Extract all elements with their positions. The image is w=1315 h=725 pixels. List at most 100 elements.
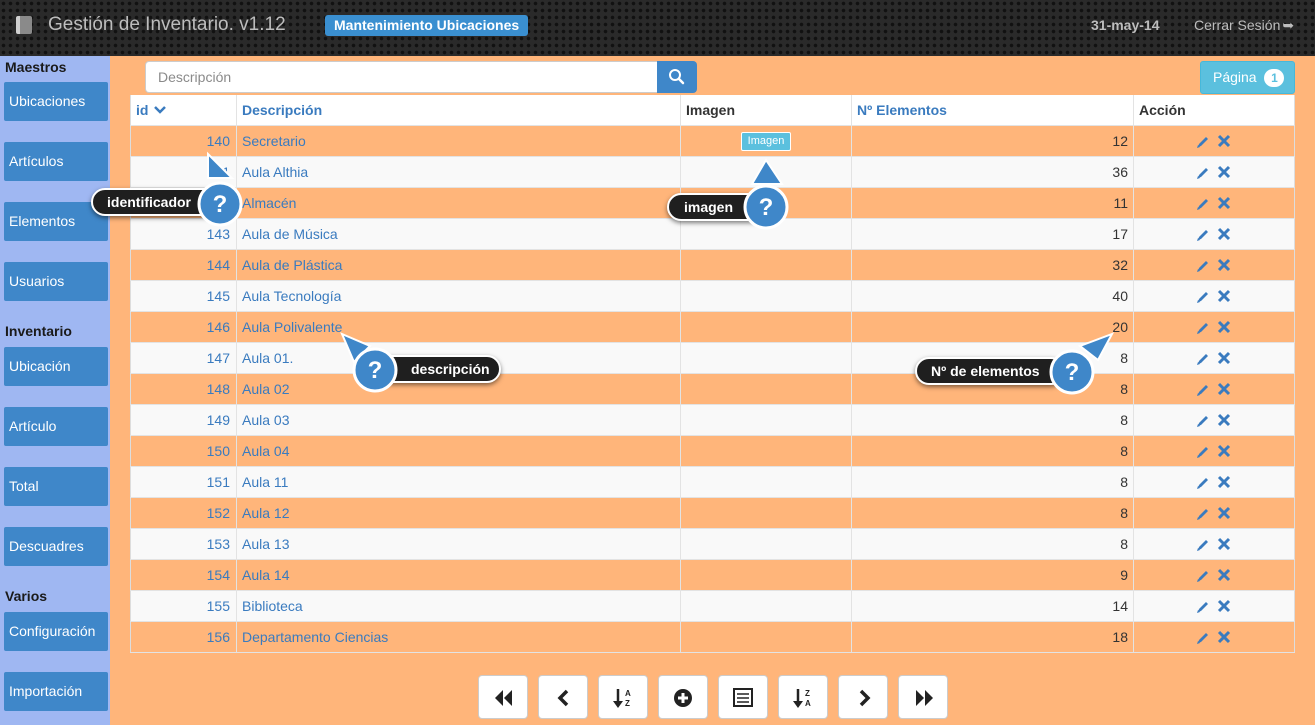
sidebar-item-importacion[interactable]: Importación — [4, 672, 108, 711]
row-id[interactable]: 150 — [130, 436, 236, 467]
sidebar-item-configuracion[interactable]: Configuración — [4, 612, 108, 651]
row-id[interactable]: 154 — [130, 560, 236, 591]
row-id[interactable]: 151 — [130, 467, 236, 498]
edit-icon[interactable] — [1195, 196, 1211, 212]
row-description[interactable]: Aula 11 — [236, 467, 680, 498]
next-page-button[interactable] — [838, 675, 888, 719]
edit-icon[interactable] — [1195, 289, 1211, 305]
first-page-button[interactable] — [478, 675, 528, 719]
row-description[interactable]: Aula Polivalente — [236, 312, 680, 343]
edit-icon[interactable] — [1195, 258, 1211, 274]
search-button[interactable] — [657, 61, 697, 93]
edit-icon[interactable] — [1195, 134, 1211, 150]
delete-icon[interactable] — [1217, 537, 1231, 551]
delete-icon[interactable] — [1217, 413, 1231, 427]
sidebar-item-total[interactable]: Total — [4, 467, 108, 506]
row-id[interactable]: 145 — [130, 281, 236, 312]
delete-icon[interactable] — [1217, 351, 1231, 365]
delete-icon[interactable] — [1217, 289, 1231, 303]
sidebar-item-articulos[interactable]: Artículos — [4, 142, 108, 181]
row-actions — [1133, 591, 1295, 622]
edit-icon[interactable] — [1195, 537, 1211, 553]
edit-icon[interactable] — [1195, 568, 1211, 584]
row-id[interactable]: 147 — [130, 343, 236, 374]
row-element-count: 36 — [851, 157, 1133, 188]
edit-icon[interactable] — [1195, 320, 1211, 336]
add-button[interactable] — [658, 675, 708, 719]
row-description[interactable]: Biblioteca — [236, 591, 680, 622]
table-row: 147 Aula 01. 8 — [130, 343, 1295, 374]
table-row: 152 Aula 12 8 — [130, 498, 1295, 529]
edit-icon[interactable] — [1195, 413, 1211, 429]
sidebar-item-articulo[interactable]: Artículo — [4, 407, 108, 446]
sort-ascending-button[interactable]: AZ — [598, 675, 648, 719]
table-row: 140 Secretario Imagen 12 — [130, 126, 1295, 157]
row-description[interactable]: Almacén — [236, 188, 680, 219]
row-description[interactable]: Aula 13 — [236, 529, 680, 560]
edit-icon[interactable] — [1195, 351, 1211, 367]
row-description[interactable]: Aula Althia — [236, 157, 680, 188]
sidebar-item-ubicaciones[interactable]: Ubicaciones — [4, 82, 108, 121]
row-id[interactable]: 156 — [130, 622, 236, 653]
row-description[interactable]: Aula 12 — [236, 498, 680, 529]
delete-icon[interactable] — [1217, 444, 1231, 458]
sidebar-item-usuarios[interactable]: Usuarios — [4, 262, 108, 301]
column-header-elementos[interactable]: Nº Elementos — [851, 95, 1133, 126]
delete-icon[interactable] — [1217, 630, 1231, 644]
edit-icon[interactable] — [1195, 599, 1211, 615]
last-page-button[interactable] — [898, 675, 948, 719]
delete-icon[interactable] — [1217, 475, 1231, 489]
sidebar-item-descuadres[interactable]: Descuadres — [4, 527, 108, 566]
edit-icon[interactable] — [1195, 382, 1211, 398]
logout-link[interactable]: Cerrar Sesión ➥ — [1194, 17, 1294, 34]
column-header-descripcion[interactable]: Descripción — [236, 95, 680, 126]
table-row: 155 Biblioteca 14 — [130, 591, 1295, 622]
help-icon: ? — [197, 151, 243, 227]
row-id[interactable]: 152 — [130, 498, 236, 529]
delete-icon[interactable] — [1217, 196, 1231, 210]
row-description[interactable]: Secretario — [236, 126, 680, 157]
image-button[interactable]: Imagen — [741, 132, 791, 151]
sidebar-item-ubicacion[interactable]: Ubicación — [4, 347, 108, 386]
delete-icon[interactable] — [1217, 134, 1231, 148]
row-description[interactable]: Aula de Plástica — [236, 250, 680, 281]
delete-icon[interactable] — [1217, 227, 1231, 241]
edit-icon[interactable] — [1195, 444, 1211, 460]
row-id[interactable]: 149 — [130, 405, 236, 436]
row-description[interactable]: Aula 14 — [236, 560, 680, 591]
sort-descending-button[interactable]: ZA — [778, 675, 828, 719]
row-description[interactable]: Aula 04 — [236, 436, 680, 467]
edit-icon[interactable] — [1195, 165, 1211, 181]
row-description[interactable]: Departamento Ciencias — [236, 622, 680, 653]
next-page-icon — [859, 689, 871, 707]
list-button[interactable] — [718, 675, 768, 719]
edit-icon[interactable] — [1195, 630, 1211, 646]
edit-icon[interactable] — [1195, 475, 1211, 491]
delete-icon[interactable] — [1217, 568, 1231, 582]
delete-icon[interactable] — [1217, 599, 1231, 613]
column-header-id[interactable]: id — [130, 95, 236, 126]
svg-text:Z: Z — [625, 699, 630, 708]
row-id[interactable]: 146 — [130, 312, 236, 343]
row-id[interactable]: 148 — [130, 374, 236, 405]
edit-icon[interactable] — [1195, 506, 1211, 522]
delete-icon[interactable] — [1217, 382, 1231, 396]
row-description[interactable]: Aula Tecnología — [236, 281, 680, 312]
row-id[interactable]: 144 — [130, 250, 236, 281]
row-id[interactable]: 155 — [130, 591, 236, 622]
page-button[interactable]: Página 1 — [1200, 61, 1295, 94]
search-input[interactable] — [145, 61, 658, 93]
row-id[interactable]: 153 — [130, 529, 236, 560]
row-element-count: 14 — [851, 591, 1133, 622]
svg-text:?: ? — [213, 191, 228, 218]
table-row: 153 Aula 13 8 — [130, 529, 1295, 560]
row-description[interactable]: Aula de Música — [236, 219, 680, 250]
delete-icon[interactable] — [1217, 258, 1231, 272]
edit-icon[interactable] — [1195, 227, 1211, 243]
delete-icon[interactable] — [1217, 506, 1231, 520]
delete-icon[interactable] — [1217, 165, 1231, 179]
table-row: 143 Aula de Música 17 — [130, 219, 1295, 250]
previous-page-button[interactable] — [538, 675, 588, 719]
row-description[interactable]: Aula 03 — [236, 405, 680, 436]
delete-icon[interactable] — [1217, 320, 1231, 334]
